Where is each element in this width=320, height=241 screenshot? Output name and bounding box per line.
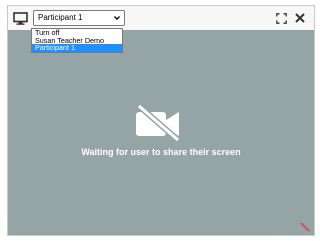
screen-share-panel: Participant 1 Turn off Susan Teacher Dem… [7,5,315,236]
dropdown-option-participant-1[interactable]: Participant 1 [32,44,122,52]
video-off-icon [136,104,180,142]
participant-dropdown-list: Turn off Susan Teacher Demo Participant … [31,28,123,53]
participant-select-value: Participant 1 [38,13,83,22]
screen-share-stage: Waiting for user to share their screen [8,30,314,235]
close-icon[interactable] [295,13,305,23]
chevron-down-icon [114,16,120,21]
waiting-message: Waiting for user to share their screen [81,147,241,157]
participant-select[interactable]: Participant 1 [33,10,125,26]
monitor-icon [13,12,28,25]
screen-share-toolbar: Participant 1 [8,6,314,30]
resize-handle-icon[interactable] [300,222,310,232]
fullscreen-icon[interactable] [276,13,287,24]
